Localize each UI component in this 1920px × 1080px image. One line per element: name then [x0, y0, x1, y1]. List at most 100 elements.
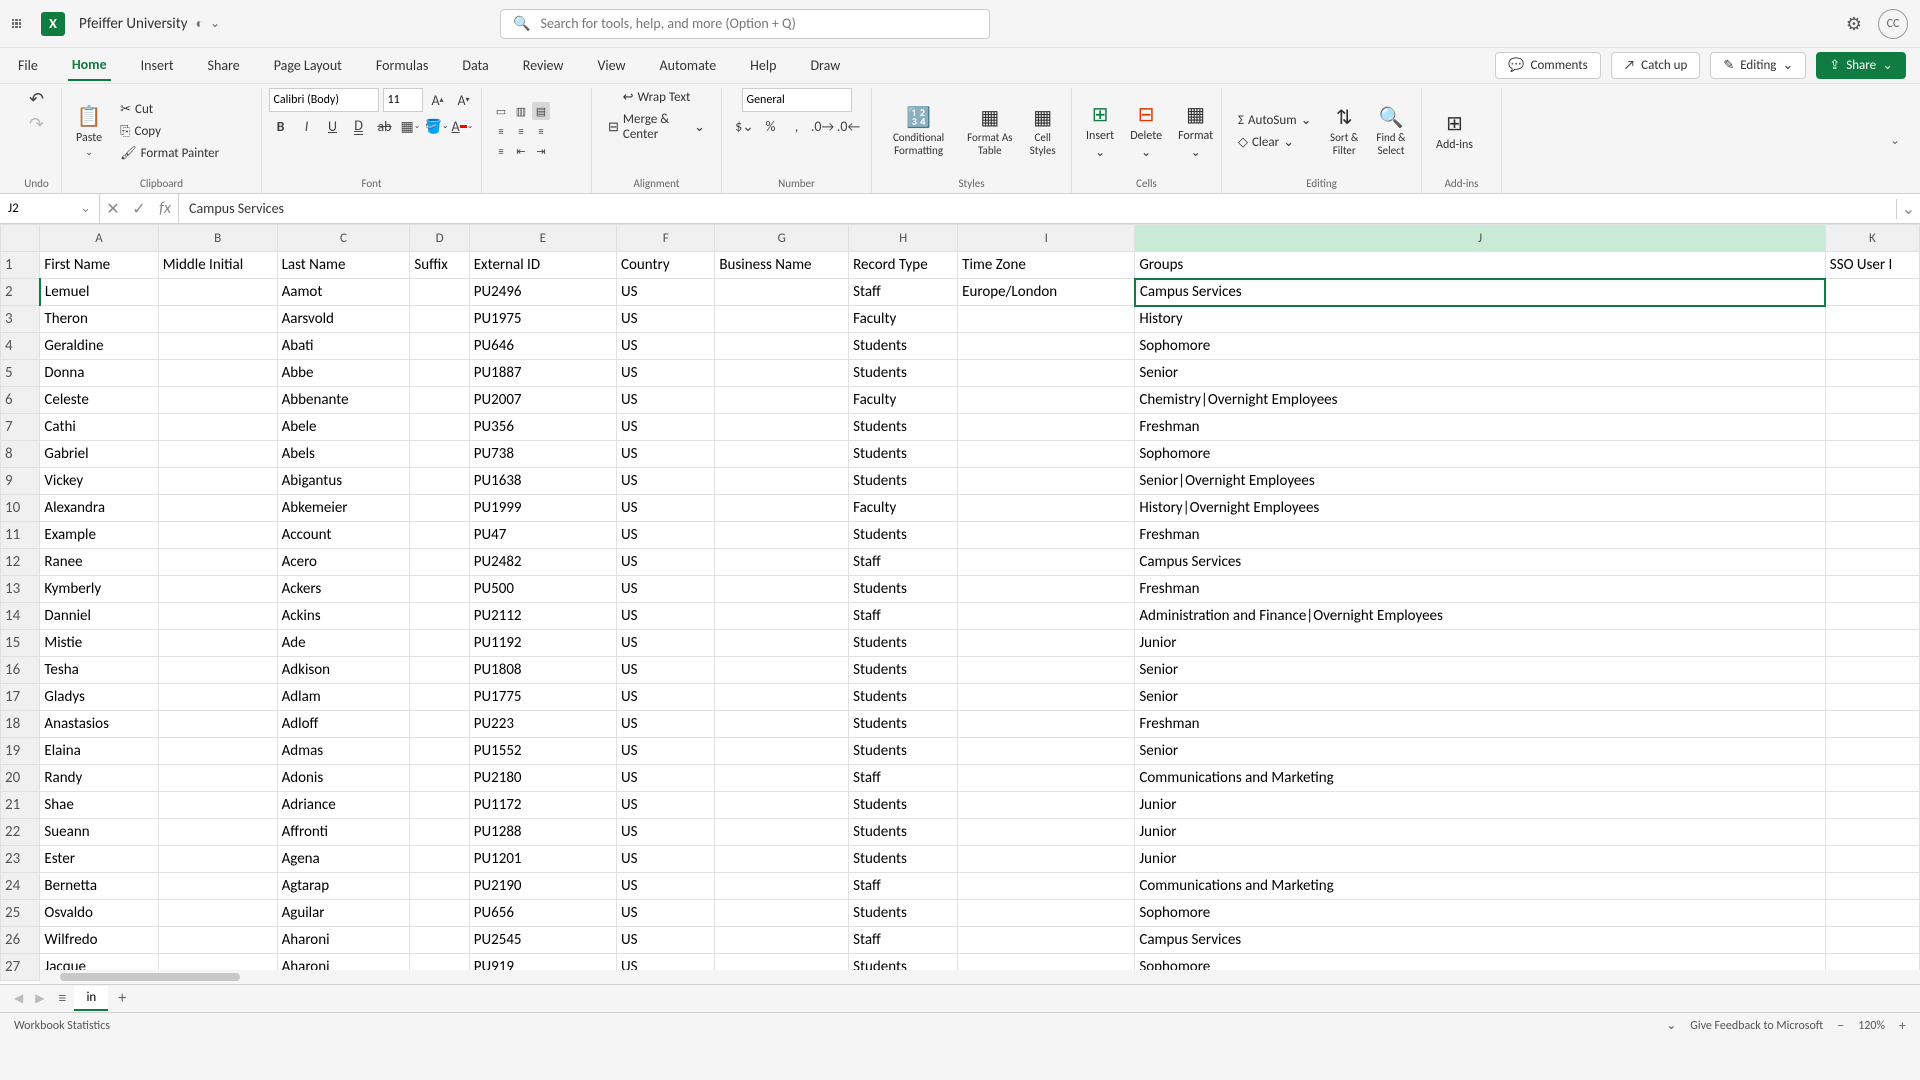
cell-H16[interactable]: Students: [849, 657, 958, 684]
cell-K4[interactable]: [1825, 333, 1919, 360]
cell-G19[interactable]: [715, 738, 849, 765]
cell-H14[interactable]: Staff: [849, 603, 958, 630]
cell-E10[interactable]: PU1999: [469, 495, 616, 522]
row-header-23[interactable]: 23: [1, 846, 40, 873]
cell-A8[interactable]: Gabriel: [40, 441, 158, 468]
menu-file[interactable]: File: [14, 51, 42, 80]
cancel-formula-button[interactable]: ✕: [100, 194, 126, 223]
cell-D26[interactable]: [410, 927, 469, 954]
cell-I17[interactable]: [958, 684, 1135, 711]
insert-cells-button[interactable]: ⊞Insert⌄: [1082, 98, 1118, 164]
cell-A16[interactable]: Tesha: [40, 657, 158, 684]
cell-A24[interactable]: Bernetta: [40, 873, 158, 900]
cell-B24[interactable]: [158, 873, 277, 900]
percent-format-button[interactable]: %: [760, 115, 782, 137]
app-launcher-icon[interactable]: [12, 19, 21, 28]
col-header-G[interactable]: G: [715, 225, 849, 252]
cell-D21[interactable]: [410, 792, 469, 819]
cell-B11[interactable]: [158, 522, 277, 549]
cell-E25[interactable]: PU656: [469, 900, 616, 927]
cell-K24[interactable]: [1825, 873, 1919, 900]
redo-button[interactable]: ↷: [26, 113, 48, 135]
cell-A25[interactable]: Osvaldo: [40, 900, 158, 927]
cell-I16[interactable]: [958, 657, 1135, 684]
cell-styles-button[interactable]: ▦Cell Styles: [1024, 101, 1061, 160]
cell-H24[interactable]: Staff: [849, 873, 958, 900]
cell-E16[interactable]: PU1808: [469, 657, 616, 684]
cell-J3[interactable]: History: [1135, 306, 1825, 333]
cell-C8[interactable]: Abels: [277, 441, 410, 468]
font-size-select[interactable]: [383, 88, 423, 112]
cell-H8[interactable]: Students: [849, 441, 958, 468]
cell-A6[interactable]: Celeste: [40, 387, 158, 414]
cell-I2[interactable]: Europe/London: [958, 279, 1135, 306]
cell-H15[interactable]: Students: [849, 630, 958, 657]
format-cells-button[interactable]: ▦Format⌄: [1174, 98, 1217, 164]
menu-data[interactable]: Data: [458, 51, 492, 80]
cell-J13[interactable]: Freshman: [1135, 576, 1825, 603]
cell-I1[interactable]: Time Zone: [958, 252, 1135, 279]
workbook-statistics[interactable]: Workbook Statistics: [14, 1019, 110, 1033]
cell-E9[interactable]: PU1638: [469, 468, 616, 495]
cell-B22[interactable]: [158, 819, 277, 846]
cell-E12[interactable]: PU2482: [469, 549, 616, 576]
row-header-20[interactable]: 20: [1, 765, 40, 792]
cell-D12[interactable]: [410, 549, 469, 576]
cell-F19[interactable]: US: [616, 738, 714, 765]
cell-K3[interactable]: [1825, 306, 1919, 333]
cell-J22[interactable]: Junior: [1135, 819, 1825, 846]
cell-E17[interactable]: PU1775: [469, 684, 616, 711]
cell-I24[interactable]: [958, 873, 1135, 900]
cell-H4[interactable]: Students: [849, 333, 958, 360]
cell-C23[interactable]: Agena: [277, 846, 410, 873]
font-color-button[interactable]: A⌄: [452, 115, 474, 137]
cell-A23[interactable]: Ester: [40, 846, 158, 873]
cell-A9[interactable]: Vickey: [40, 468, 158, 495]
cell-I15[interactable]: [958, 630, 1135, 657]
cell-B17[interactable]: [158, 684, 277, 711]
cell-G3[interactable]: [715, 306, 849, 333]
copy-button[interactable]: ⎘Copy: [114, 122, 225, 141]
cell-F7[interactable]: US: [616, 414, 714, 441]
cell-E3[interactable]: PU1975: [469, 306, 616, 333]
cell-E26[interactable]: PU2545: [469, 927, 616, 954]
cell-J12[interactable]: Campus Services: [1135, 549, 1825, 576]
cell-K12[interactable]: [1825, 549, 1919, 576]
fill-color-button[interactable]: 🪣⌄: [426, 115, 448, 137]
cell-I5[interactable]: [958, 360, 1135, 387]
cell-I23[interactable]: [958, 846, 1135, 873]
cell-F16[interactable]: US: [616, 657, 714, 684]
increase-font-button[interactable]: A▴: [427, 89, 449, 111]
cell-C15[interactable]: Ade: [277, 630, 410, 657]
cell-B14[interactable]: [158, 603, 277, 630]
cell-I22[interactable]: [958, 819, 1135, 846]
name-box-dropdown-icon[interactable]: ⌄: [80, 201, 91, 216]
cell-F24[interactable]: US: [616, 873, 714, 900]
sheet-tab-in[interactable]: in: [74, 986, 108, 1011]
cell-B20[interactable]: [158, 765, 277, 792]
cell-I13[interactable]: [958, 576, 1135, 603]
cell-E24[interactable]: PU2190: [469, 873, 616, 900]
cell-B19[interactable]: [158, 738, 277, 765]
cell-B8[interactable]: [158, 441, 277, 468]
row-header-17[interactable]: 17: [1, 684, 40, 711]
cell-G24[interactable]: [715, 873, 849, 900]
row-header-25[interactable]: 25: [1, 900, 40, 927]
cell-I19[interactable]: [958, 738, 1135, 765]
cell-K15[interactable]: [1825, 630, 1919, 657]
cell-F4[interactable]: US: [616, 333, 714, 360]
cell-I4[interactable]: [958, 333, 1135, 360]
cell-E14[interactable]: PU2112: [469, 603, 616, 630]
view-pagelayout[interactable]: ▤: [532, 102, 550, 120]
cell-D1[interactable]: Suffix: [410, 252, 469, 279]
cell-E4[interactable]: PU646: [469, 333, 616, 360]
cell-D25[interactable]: [410, 900, 469, 927]
row-header-6[interactable]: 6: [1, 387, 40, 414]
cell-D19[interactable]: [410, 738, 469, 765]
cell-J19[interactable]: Senior: [1135, 738, 1825, 765]
view-normal[interactable]: ▭: [492, 102, 510, 120]
cell-D5[interactable]: [410, 360, 469, 387]
cell-C1[interactable]: Last Name: [277, 252, 410, 279]
sort-filter-button[interactable]: ⇅Sort & Filter: [1326, 101, 1363, 160]
cell-I8[interactable]: [958, 441, 1135, 468]
